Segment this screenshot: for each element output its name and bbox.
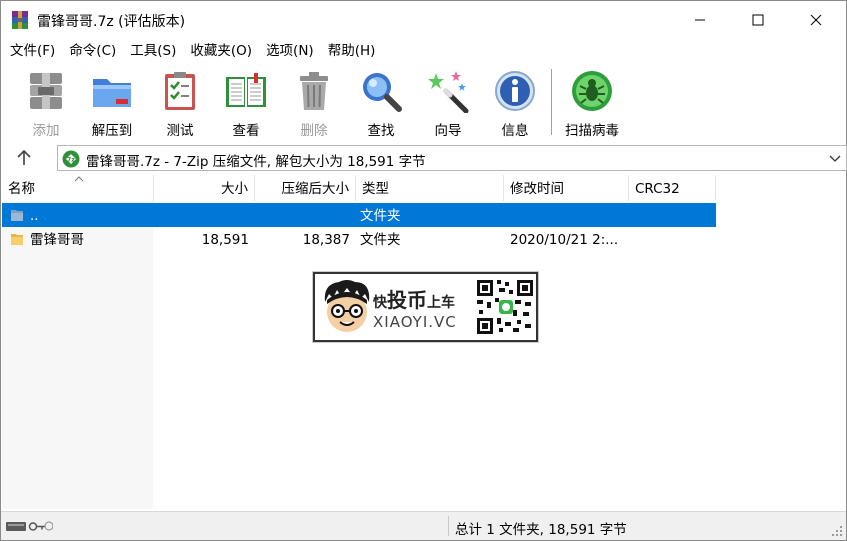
info-label: 信息 bbox=[501, 123, 529, 139]
minimize-button[interactable] bbox=[671, 1, 729, 39]
status-bar: 总计 1 文件夹, 18,591 字节 bbox=[1, 511, 846, 540]
winrar-window: 雷锋哥哥.7z (评估版本) 文件(F) 命令(C) 工具(S) 收藏夹(O) … bbox=[0, 0, 847, 541]
find-button[interactable]: 查找 bbox=[350, 67, 412, 139]
up-folder-button[interactable] bbox=[13, 148, 35, 168]
info-icon bbox=[495, 71, 535, 111]
scan-virus-button[interactable]: 扫描病毒 bbox=[561, 67, 623, 139]
table-row-parent[interactable]: .. 文件夹 bbox=[2, 203, 716, 227]
title-bar[interactable]: 雷锋哥哥.7z (评估版本) bbox=[1, 1, 846, 39]
delete-button[interactable]: 删除 bbox=[283, 67, 345, 139]
menu-favorites[interactable]: 收藏夹(O) bbox=[183, 40, 259, 62]
watermark-slogan-b: 投币 bbox=[387, 288, 427, 312]
window-title: 雷锋哥哥.7z (评估版本) bbox=[37, 14, 186, 30]
column-header-size[interactable]: 大小 bbox=[154, 175, 255, 201]
extract-to-label: 解压到 bbox=[91, 123, 133, 139]
row-crc32 bbox=[629, 227, 716, 251]
chevron-down-icon[interactable] bbox=[828, 152, 842, 164]
column-header-name[interactable]: 名称 bbox=[2, 175, 154, 201]
watermark-slogan-a: 快 bbox=[373, 295, 387, 311]
view-label: 查看 bbox=[232, 123, 260, 139]
extract-folder-icon bbox=[93, 79, 131, 107]
minimize-icon bbox=[695, 19, 705, 21]
column-header-packed[interactable]: 压缩后大小 bbox=[255, 175, 356, 201]
find-label: 查找 bbox=[367, 123, 395, 139]
svg-text:7z: 7z bbox=[67, 157, 75, 164]
wizard-wand-icon bbox=[428, 71, 469, 113]
watermark-badge: 快投币上车 XIAOYI.VC bbox=[313, 272, 538, 342]
column-header-crc32[interactable]: CRC32 bbox=[629, 175, 716, 201]
scan-virus-label: 扫描病毒 bbox=[565, 123, 619, 139]
add-label: 添加 bbox=[32, 123, 60, 139]
virus-scan-icon bbox=[572, 71, 612, 111]
menu-file[interactable]: 文件(F) bbox=[3, 40, 62, 62]
status-text: 总计 1 文件夹, 18,591 字节 bbox=[455, 522, 627, 538]
7z-archive-icon: 7z bbox=[62, 150, 80, 168]
column-header-type[interactable]: 类型 bbox=[356, 175, 504, 201]
menu-options[interactable]: 选项(N) bbox=[259, 40, 321, 62]
wizard-button[interactable]: 向导 bbox=[417, 67, 479, 139]
row-name: 雷锋哥哥 bbox=[30, 232, 84, 248]
address-bar: 7z 雷锋哥哥.7z - 7-Zip 压缩文件, 解包大小为 18,591 字节 bbox=[1, 143, 847, 173]
column-header-modified[interactable]: 修改时间 bbox=[504, 175, 629, 201]
wizard-label: 向导 bbox=[434, 123, 462, 139]
drive-key-icon bbox=[6, 521, 53, 531]
resize-grip-icon[interactable] bbox=[831, 525, 843, 537]
qr-code-icon bbox=[475, 278, 535, 336]
magnifier-icon bbox=[363, 73, 402, 112]
row-name: .. bbox=[30, 208, 39, 224]
trash-icon bbox=[300, 72, 328, 110]
menu-tools[interactable]: 工具(S) bbox=[123, 40, 183, 62]
test-button[interactable]: 测试 bbox=[149, 67, 211, 139]
toolbar-separator bbox=[551, 69, 552, 135]
folder-icon bbox=[11, 234, 23, 245]
winrar-app-icon[interactable] bbox=[11, 10, 29, 30]
cartoon-avatar-icon bbox=[324, 280, 370, 332]
view-button[interactable]: 查看 bbox=[215, 67, 277, 139]
maximize-icon bbox=[752, 14, 764, 26]
add-archive-icon bbox=[30, 73, 62, 109]
close-button[interactable] bbox=[787, 1, 845, 39]
menu-commands[interactable]: 命令(C) bbox=[62, 40, 123, 62]
row-modified bbox=[504, 203, 629, 227]
row-type: 文件夹 bbox=[360, 232, 401, 248]
extract-to-button[interactable]: 解压到 bbox=[81, 67, 143, 139]
menu-bar: 文件(F) 命令(C) 工具(S) 收藏夹(O) 选项(N) 帮助(H) bbox=[1, 39, 846, 63]
delete-label: 删除 bbox=[300, 123, 328, 139]
row-packed: 18,387 bbox=[302, 232, 350, 248]
info-button[interactable]: 信息 bbox=[484, 67, 546, 139]
watermark-slogan: 快投币上车 bbox=[373, 284, 455, 313]
test-label: 测试 bbox=[166, 123, 194, 139]
add-button[interactable]: 添加 bbox=[15, 67, 77, 139]
list-header: 名称 大小 压缩后大小 类型 修改时间 CRC32 bbox=[2, 175, 716, 201]
address-text: 雷锋哥哥.7z - 7-Zip 压缩文件, 解包大小为 18,591 字节 bbox=[86, 154, 426, 170]
watermark-slogan-c: 上车 bbox=[427, 295, 455, 311]
test-clipboard-icon bbox=[165, 72, 195, 110]
view-book-icon bbox=[226, 73, 266, 107]
file-list[interactable]: 名称 大小 压缩后大小 类型 修改时间 CRC32 .. 文件夹 雷锋哥哥 18… bbox=[2, 175, 846, 509]
row-type: 文件夹 bbox=[360, 208, 401, 224]
row-packed bbox=[255, 203, 356, 227]
menu-help[interactable]: 帮助(H) bbox=[321, 40, 383, 62]
row-size bbox=[154, 203, 255, 227]
row-size: 18,591 bbox=[201, 232, 249, 248]
table-row-folder[interactable]: 雷锋哥哥 18,591 18,387 文件夹 2020/10/21 2:... bbox=[2, 227, 716, 251]
sort-ascending-icon bbox=[74, 176, 84, 182]
row-crc32 bbox=[629, 203, 716, 227]
maximize-button[interactable] bbox=[729, 1, 787, 39]
parent-folder-icon bbox=[11, 210, 23, 221]
toolbar: 添加 解压到 测试 查看 删除 查找 向导 信息 扫描病毒 bbox=[1, 63, 846, 143]
close-icon bbox=[810, 14, 822, 26]
column-header-name-label: 名称 bbox=[8, 181, 35, 197]
status-divider bbox=[448, 516, 449, 536]
row-modified: 2020/10/21 2:... bbox=[510, 232, 619, 248]
watermark-site: XIAOYI.VC bbox=[373, 313, 457, 331]
address-field[interactable]: 7z 雷锋哥哥.7z - 7-Zip 压缩文件, 解包大小为 18,591 字节 bbox=[57, 145, 847, 171]
